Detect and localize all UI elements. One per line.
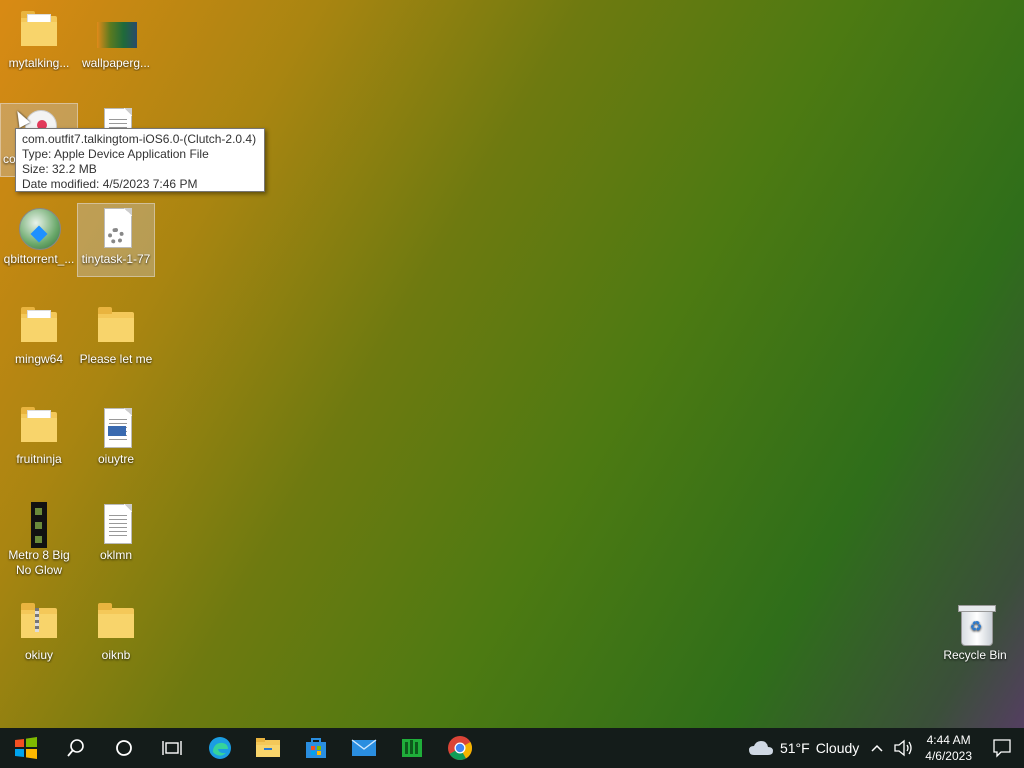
taskbar-store-button[interactable] (292, 728, 340, 768)
folder-icon (17, 306, 61, 350)
weather-widget[interactable]: 51°F Cloudy (742, 739, 865, 757)
recycle-bin-icon: ♻ (953, 602, 997, 646)
tooltip-date-modified: Date modified: 4/5/2023 7:46 PM (22, 177, 198, 191)
icon-label: Recycle Bin (943, 648, 1007, 662)
icon-label: Please let me (79, 352, 153, 366)
desktop-icon-oiknb[interactable]: oiknb (78, 600, 154, 672)
task-view-button[interactable] (148, 728, 196, 768)
folder-icon (17, 10, 61, 54)
show-hidden-icons-button[interactable] (865, 728, 889, 768)
taskbar-clock[interactable]: 4:44 AM 4/6/2023 (917, 732, 980, 764)
search-icon (67, 739, 84, 757)
chrome-icon (448, 736, 473, 761)
desktop-icon-mingw64[interactable]: mingw64 (1, 304, 77, 376)
taskbar-chrome-button[interactable] (436, 728, 484, 768)
chevron-up-icon (871, 744, 883, 752)
icon-label: mytalking... (8, 56, 70, 70)
weather-temperature: 51°F (779, 740, 810, 756)
edge-browser-icon (209, 737, 231, 759)
taskbar-file-explorer-button[interactable] (244, 728, 292, 768)
settings-file-icon (94, 206, 138, 250)
file-info-tooltip: com.outfit7.talkingtom-iOS6.0-(Clutch-2.… (15, 128, 265, 192)
wordpad-document-icon (94, 406, 138, 450)
green-game-app-icon (402, 739, 422, 757)
task-view-icon (162, 741, 182, 755)
clock-date: 4/6/2023 (925, 749, 972, 763)
icon-label: wallpaperg... (81, 56, 151, 70)
icon-label: oiknb (101, 648, 131, 662)
desktop-icon-please-let-me[interactable]: Please let me (78, 304, 154, 376)
folder-icon (94, 306, 138, 350)
image-file-icon (94, 10, 138, 54)
notification-icon (993, 739, 1011, 758)
installer-icon (17, 206, 61, 250)
folder-icon (94, 602, 138, 646)
start-button[interactable] (0, 728, 52, 768)
desktop-icon-fruitninja[interactable]: fruitninja (1, 404, 77, 476)
icon-label: okiuy (24, 648, 53, 662)
desktop-icon-okiuy[interactable]: okiuy (1, 600, 77, 672)
desktop-icon-oklmn[interactable]: oklmn (78, 500, 154, 572)
icon-label: tinytask-1-77 (81, 252, 151, 266)
windows-logo-icon (15, 737, 37, 759)
taskbar-edge-button[interactable] (196, 728, 244, 768)
desktop[interactable]: mytalking... wallpaperg... co qbittorren… (0, 0, 1024, 728)
desktop-icon-wallpaperg[interactable]: wallpaperg... (78, 8, 154, 80)
taskbar: 51°F Cloudy 4:44 AM 4/6/2023 (0, 728, 1024, 768)
cloud-icon (748, 741, 773, 755)
icon-label: oiuytre (97, 452, 135, 466)
icon-label: fruitninja (16, 452, 62, 466)
taskbar-game-app-button[interactable] (388, 728, 436, 768)
tooltip-filename: com.outfit7.talkingtom-iOS6.0-(Clutch-2.… (22, 132, 257, 146)
action-center-button[interactable] (980, 728, 1024, 768)
windows-logo-file-icon (17, 502, 61, 548)
cortana-button[interactable] (100, 728, 148, 768)
volume-button[interactable] (889, 728, 917, 768)
clock-time: 4:44 AM (926, 733, 971, 747)
icon-label: oklmn (99, 548, 132, 562)
icon-label: mingw64 (14, 352, 64, 366)
desktop-icon-mytalking[interactable]: mytalking... (1, 8, 77, 80)
taskbar-mail-button[interactable] (340, 728, 388, 768)
text-document-icon (94, 502, 138, 546)
weather-description: Cloudy (815, 740, 860, 756)
icon-label: Metro 8 Big No Glow (8, 548, 70, 577)
folder-icon (17, 406, 61, 450)
desktop-icon-oiuytre[interactable]: oiuytre (78, 404, 154, 476)
file-explorer-icon (256, 738, 280, 757)
desktop-icon-tinytask[interactable]: tinytask-1-77 (77, 203, 155, 277)
tooltip-type: Type: Apple Device Application File (22, 147, 209, 161)
icon-label: qbittorrent_... (3, 252, 75, 266)
tooltip-size: Size: 32.2 MB (22, 162, 97, 176)
mail-icon (351, 739, 377, 756)
zip-folder-icon (17, 602, 61, 646)
speaker-icon (894, 739, 912, 757)
cortana-icon (116, 740, 132, 756)
desktop-icon-qbittorrent[interactable]: qbittorrent_... (1, 204, 77, 276)
desktop-icon-recycle-bin[interactable]: ♻ Recycle Bin (937, 600, 1013, 672)
system-tray: 51°F Cloudy 4:44 AM 4/6/2023 (742, 728, 1024, 768)
desktop-icon-metro8[interactable]: Metro 8 Big No Glow (1, 500, 77, 586)
microsoft-store-icon (306, 738, 326, 758)
search-button[interactable] (52, 728, 100, 768)
